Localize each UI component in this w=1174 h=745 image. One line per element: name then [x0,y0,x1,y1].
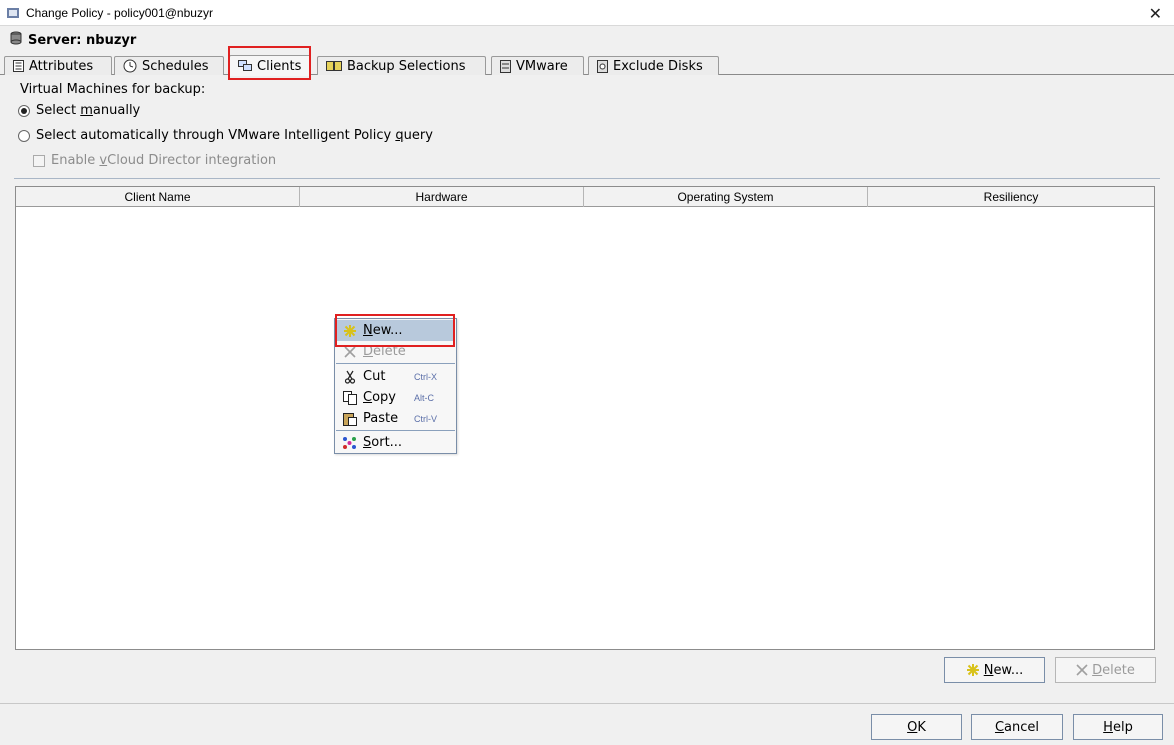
tab-vmware[interactable]: VMware [491,56,584,75]
disk-icon [597,59,608,73]
sort-icon [341,436,359,450]
menu-item-sort[interactable]: Sort... [336,432,455,453]
menu-separator [336,363,455,364]
paste-icon [341,412,359,426]
column-header-client-name[interactable]: Client Name [16,187,300,207]
star-icon [966,663,980,677]
column-header-resiliency[interactable]: Resiliency [868,187,1154,207]
new-button[interactable]: New... [944,657,1045,683]
server-row: Server: nbuzyr [0,29,1174,51]
menu-item-cut[interactable]: Cut Ctrl-X [336,366,455,387]
ok-button[interactable]: OK [871,714,962,740]
radio-select-automatically[interactable]: Select automatically through VMware Inte… [18,128,433,143]
x-icon [1076,664,1088,676]
tab-backup-selections[interactable]: Backup Selections [317,56,486,75]
vm-heading: Virtual Machines for backup: [20,82,206,97]
help-button[interactable]: Help [1073,714,1163,740]
clock-gear-icon [123,59,137,73]
checkbox [33,154,45,167]
column-header-operating-system[interactable]: Operating System [584,187,868,207]
tab-exclude-disks[interactable]: Exclude Disks [588,56,719,75]
x-icon [341,345,359,358]
scissors-icon [341,370,359,384]
radio-select-manually[interactable]: Select manually [18,103,140,118]
clients-table[interactable]: Client Name Hardware Operating System Re… [15,186,1155,650]
window-title: Change Policy - policy001@nbuzyr [26,5,213,20]
close-icon[interactable]: ✕ [1149,4,1162,24]
tab-bar: Attributes Schedules Clients Backup Sele… [0,55,1174,76]
app-icon [6,6,20,20]
section-divider [14,178,1160,179]
checkbox-enable-vcloud: Enable vCloud Director integration [33,153,276,168]
tab-attributes[interactable]: Attributes [4,56,112,75]
radio-button[interactable] [18,104,30,117]
radio-button[interactable] [18,129,30,142]
table-header: Client Name Hardware Operating System Re… [16,187,1154,207]
copy-icon [341,390,359,405]
database-icon [10,31,22,49]
menu-item-paste[interactable]: Paste Ctrl-V [336,408,455,429]
footer-divider [0,703,1174,704]
new-menu-item-highlight [335,314,455,347]
delete-button: Delete [1055,657,1156,683]
server-label: Server: nbuzyr [28,32,137,48]
window-titlebar: Change Policy - policy001@nbuzyr ✕ [0,0,1174,26]
list-icon [13,60,24,72]
menu-item-copy[interactable]: Copy Alt-C [336,387,455,408]
server-icon [500,59,511,73]
folders-icon [326,60,342,72]
clients-tab-highlight [228,46,311,80]
cancel-button[interactable]: Cancel [971,714,1063,740]
column-header-hardware[interactable]: Hardware [300,187,584,207]
tab-schedules[interactable]: Schedules [114,56,224,75]
menu-separator [336,430,455,431]
